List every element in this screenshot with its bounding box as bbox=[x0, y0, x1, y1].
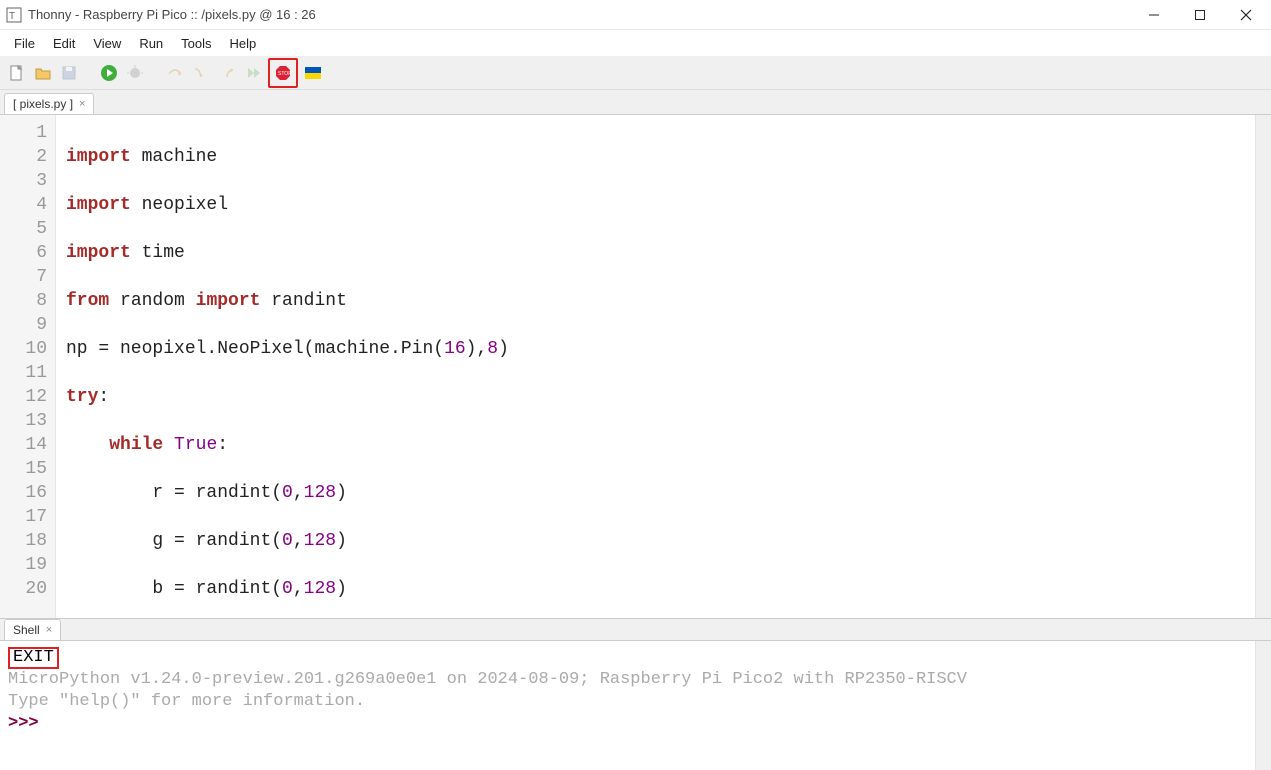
line-number: 16 bbox=[0, 481, 47, 505]
line-number: 18 bbox=[0, 529, 47, 553]
menu-tools[interactable]: Tools bbox=[173, 33, 219, 54]
close-button[interactable] bbox=[1223, 0, 1269, 30]
stop-icon[interactable]: STOP bbox=[272, 62, 294, 84]
ukraine-flag-icon[interactable] bbox=[302, 62, 324, 84]
run-icon[interactable] bbox=[98, 62, 120, 84]
editor-tabstrip: [ pixels.py ] × bbox=[0, 90, 1271, 114]
menu-view[interactable]: View bbox=[85, 33, 129, 54]
line-number-gutter: 1 2 3 4 5 6 7 8 9 10 11 12 13 14 15 16 1… bbox=[0, 115, 56, 618]
close-shell-tab-icon[interactable]: × bbox=[46, 624, 52, 636]
shell-tab-label: Shell bbox=[13, 623, 40, 637]
svg-text:T: T bbox=[9, 11, 15, 22]
menu-bar: File Edit View Run Tools Help bbox=[0, 30, 1271, 56]
shell-exit-highlight: EXIT bbox=[8, 647, 59, 669]
line-number: 10 bbox=[0, 337, 47, 361]
svg-text:STOP: STOP bbox=[278, 71, 292, 77]
line-number: 2 bbox=[0, 145, 47, 169]
menu-edit[interactable]: Edit bbox=[45, 33, 83, 54]
shell-output[interactable]: EXIT MicroPython v1.24.0-preview.201.g26… bbox=[0, 640, 1271, 770]
toolbar: STOP bbox=[0, 56, 1271, 90]
shell-tab[interactable]: Shell × bbox=[4, 619, 61, 640]
line-number: 7 bbox=[0, 265, 47, 289]
save-file-icon bbox=[58, 62, 80, 84]
line-number: 14 bbox=[0, 433, 47, 457]
thonny-app-icon: T bbox=[6, 7, 22, 23]
shell-banner-line: MicroPython v1.24.0-preview.201.g269a0e0… bbox=[8, 669, 1263, 691]
minimize-button[interactable] bbox=[1131, 0, 1177, 30]
line-number: 12 bbox=[0, 385, 47, 409]
shell-help-line: Type "help()" for more information. bbox=[8, 691, 1263, 713]
menu-help[interactable]: Help bbox=[222, 33, 265, 54]
shell-scrollbar[interactable] bbox=[1255, 641, 1271, 770]
code-area[interactable]: import machine import neopixel import ti… bbox=[56, 115, 1255, 618]
step-out-icon bbox=[216, 62, 238, 84]
shell-tabstrip: Shell × bbox=[0, 618, 1271, 640]
shell-prompt: >>> bbox=[8, 714, 39, 733]
window-title: Thonny - Raspberry Pi Pico :: /pixels.py… bbox=[28, 7, 316, 22]
step-over-icon bbox=[164, 62, 186, 84]
line-number: 17 bbox=[0, 505, 47, 529]
stop-button-highlight: STOP bbox=[268, 58, 298, 88]
line-number: 1 bbox=[0, 121, 47, 145]
open-file-icon[interactable] bbox=[32, 62, 54, 84]
line-number: 9 bbox=[0, 313, 47, 337]
line-number: 20 bbox=[0, 577, 47, 601]
line-number: 19 bbox=[0, 553, 47, 577]
line-number: 3 bbox=[0, 169, 47, 193]
line-number: 4 bbox=[0, 193, 47, 217]
line-number: 5 bbox=[0, 217, 47, 241]
line-number: 15 bbox=[0, 457, 47, 481]
menu-run[interactable]: Run bbox=[131, 33, 171, 54]
close-tab-icon[interactable]: × bbox=[79, 98, 85, 110]
line-number: 11 bbox=[0, 361, 47, 385]
new-file-icon[interactable] bbox=[6, 62, 28, 84]
title-bar: T Thonny - Raspberry Pi Pico :: /pixels.… bbox=[0, 0, 1271, 30]
editor: 1 2 3 4 5 6 7 8 9 10 11 12 13 14 15 16 1… bbox=[0, 114, 1271, 618]
line-number: 13 bbox=[0, 409, 47, 433]
debug-icon bbox=[124, 62, 146, 84]
menu-file[interactable]: File bbox=[6, 33, 43, 54]
step-into-icon bbox=[190, 62, 212, 84]
editor-scrollbar[interactable] bbox=[1255, 115, 1271, 618]
line-number: 8 bbox=[0, 289, 47, 313]
editor-tab-label: [ pixels.py ] bbox=[13, 97, 73, 111]
line-number: 6 bbox=[0, 241, 47, 265]
resume-icon bbox=[242, 62, 264, 84]
maximize-button[interactable] bbox=[1177, 0, 1223, 30]
editor-tab-pixels[interactable]: [ pixels.py ] × bbox=[4, 93, 94, 114]
